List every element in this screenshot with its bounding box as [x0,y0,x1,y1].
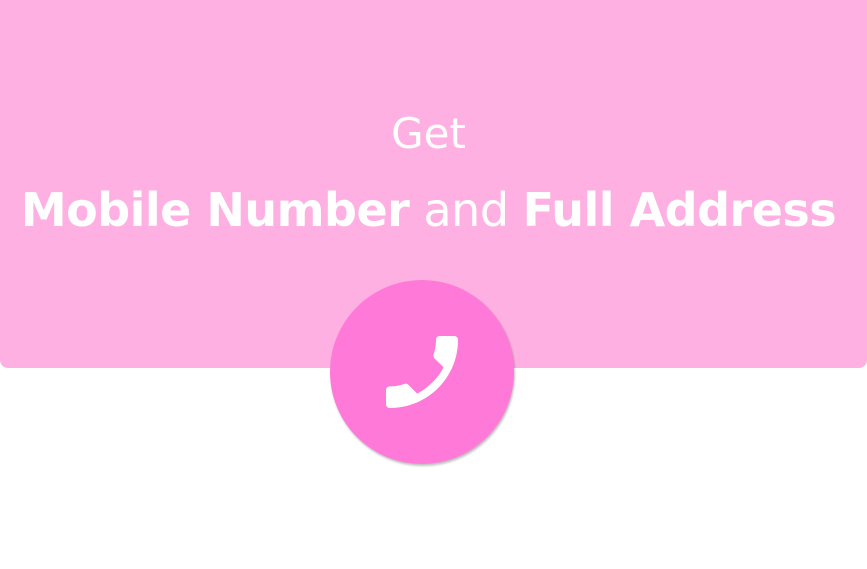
call-button[interactable] [330,280,514,464]
heading-main: Mobile Number and Full Address [0,182,857,238]
heading-and: and [409,183,523,237]
heading-full-address: Full Address [522,183,837,237]
heading-get: Get [391,109,466,158]
heading-mobile-number: Mobile Number [20,183,410,237]
phone-icon [386,336,458,408]
